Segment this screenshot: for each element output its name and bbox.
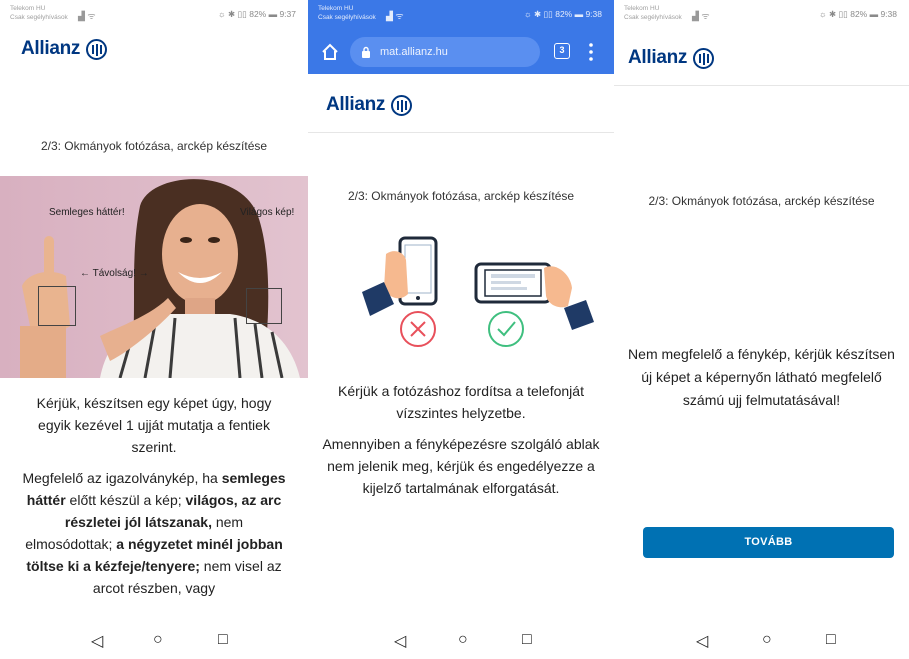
android-nav-bar: ◁ ○ □ (0, 619, 308, 659)
status-right: ☼ ✱ ▯▯ 82% ▬ 9:38 (818, 9, 897, 19)
instruction-text: Kérjük a fotózáshoz fordítsa a telefonjá… (322, 383, 600, 496)
home-icon[interactable]: ○ (762, 631, 772, 649)
error-message: Nem megfelelő a fénykép, kérjük készítse… (628, 346, 895, 408)
android-nav-bar: ◁ ○ □ (614, 619, 909, 659)
allianz-logo-icon (693, 47, 715, 69)
distance-label: ← Távolság! → (80, 268, 149, 279)
landscape-phone-icon (474, 262, 594, 330)
more-menu-icon[interactable] (589, 42, 593, 62)
step-title: 2/3: Okmányok fotózása, arckép készítése (40, 139, 268, 153)
step-title: 2/3: Okmányok fotózása, arckép készítése (347, 189, 575, 203)
home-icon[interactable]: ○ (458, 631, 468, 649)
screen-3: Telekom HU Csak segélyhívások ▟ ᯤ ☼ ✱ ▯▯… (614, 0, 909, 659)
signal-icon: ▟ ᯤ (78, 11, 96, 21)
back-icon[interactable]: ◁ (696, 631, 708, 651)
allianz-logo: Allianz (21, 38, 108, 60)
hand-guide-box (38, 286, 76, 326)
operator-label: Telekom HU Csak segélyhívások (10, 5, 68, 21)
correct-icon (488, 311, 524, 347)
browser-home-icon[interactable] (320, 42, 340, 62)
browser-toolbar: mat.allianz.hu 3 (308, 30, 614, 74)
recents-icon[interactable]: □ (522, 631, 532, 649)
recents-icon[interactable]: □ (826, 631, 836, 649)
allianz-logo: Allianz (628, 47, 715, 69)
bright-image-label: Világos kép! (240, 207, 295, 218)
face-guide-box (246, 288, 282, 324)
signal-icon: ▟ ᯤ (692, 11, 710, 21)
allianz-logo-icon (86, 38, 108, 60)
step-title: 2/3: Okmányok fotózása, arckép készítése (648, 194, 875, 208)
operator-label: Telekom HU Csak segélyhívások (318, 5, 376, 21)
continue-button[interactable]: TOVÁBB (643, 527, 894, 558)
signal-icon: ▟ ᯤ (386, 11, 404, 21)
back-icon[interactable]: ◁ (91, 631, 103, 651)
screen-1: Telekom HU Csak segélyhívások ▟ ᯤ ☼ ✱ ▯▯… (0, 0, 308, 659)
lock-icon (362, 46, 370, 58)
android-nav-bar: ◁ ○ □ (308, 619, 614, 659)
status-right: ☼ ✱ ▯▯ 82% ▬ 9:38 (523, 9, 602, 19)
operator-label: Telekom HU Csak segélyhívások (624, 5, 682, 21)
tab-count-button[interactable]: 3 (554, 43, 570, 59)
status-right: ☼ ✱ ▯▯ 82% ▬ 9:37 (217, 9, 296, 19)
screen-2: Telekom HU Csak segélyhívások ▟ ᯤ ☼ ✱ ▯▯… (308, 0, 614, 659)
recents-icon[interactable]: □ (218, 631, 228, 649)
header-divider (308, 132, 614, 133)
home-icon[interactable]: ○ (153, 631, 163, 649)
portrait-phone-icon (362, 236, 438, 316)
example-selfie-image: Semleges háttér! Világos kép! ← Távolság… (0, 176, 308, 378)
status-bar: Telekom HU Csak segélyhívások ▟ ᯤ ☼ ✱ ▯▯… (308, 0, 614, 30)
header-divider (614, 85, 909, 86)
photo-rules: Megfelelő az igazolványkép, ha semleges … (22, 470, 286, 596)
rotate-phone-illustration (362, 236, 594, 347)
url-bar[interactable]: mat.allianz.hu (350, 37, 540, 67)
status-bar: Telekom HU Csak segélyhívások ▟ ᯤ ☼ ✱ ▯▯… (0, 0, 308, 30)
neutral-background-label: Semleges háttér! (49, 207, 125, 218)
allianz-logo-icon (391, 94, 413, 116)
back-icon[interactable]: ◁ (394, 631, 406, 651)
instruction-text: Kérjük, készítsen egy képet úgy, hogy eg… (20, 392, 288, 608)
status-bar: Telekom HU Csak segélyhívások ▟ ᯤ ☼ ✱ ▯▯… (614, 0, 909, 30)
allianz-logo: Allianz (326, 94, 413, 116)
